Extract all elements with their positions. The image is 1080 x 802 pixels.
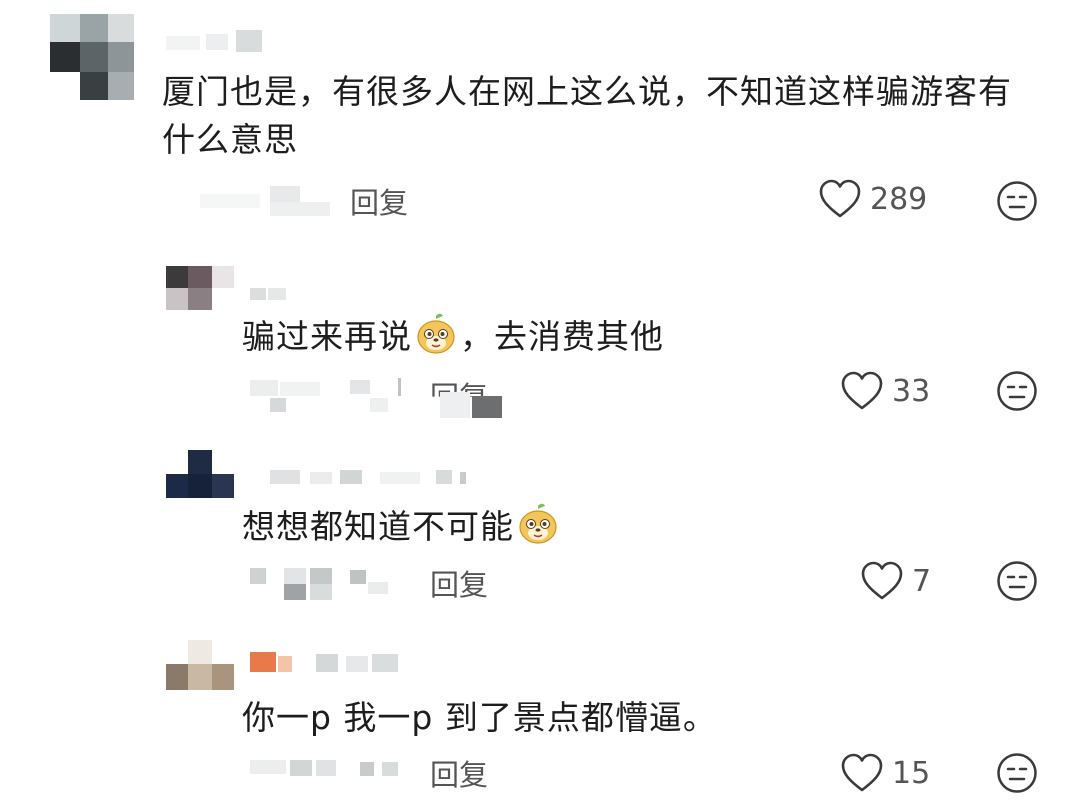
heart-outline-icon — [841, 371, 883, 410]
reply-button[interactable]: 回复 — [430, 752, 488, 794]
reply-item: 你一p 我一p 到了景点都懵逼。 回复 15 — [0, 630, 1080, 802]
username[interactable] — [250, 284, 290, 306]
avatar[interactable] — [166, 266, 234, 310]
comment-text: 你一p 我一p 到了景点都懵逼。 — [242, 698, 717, 737]
reply-button[interactable]: 回复 — [430, 562, 488, 604]
doge-emoji-icon — [417, 313, 455, 354]
like-count: 15 — [892, 755, 931, 791]
avatar[interactable] — [50, 14, 134, 100]
neutral-face-icon[interactable] — [996, 370, 1038, 412]
comment-thread: 厦门也是，有很多人在网上这么说，不知道这样骗游客有 什么意思 回复 289 骗过… — [0, 0, 1080, 802]
comment-text: 骗过来再说 ，去消费其他 — [242, 312, 1042, 361]
doge-emoji-icon — [519, 503, 557, 544]
neutral-face-icon[interactable] — [996, 560, 1038, 602]
heart-outline-icon — [819, 179, 861, 218]
like-count: 289 — [870, 181, 928, 217]
comment-meta — [250, 378, 420, 412]
like-button[interactable]: 289 — [818, 178, 927, 220]
avatar[interactable] — [166, 640, 234, 690]
username[interactable] — [250, 652, 410, 674]
neutral-face-icon[interactable] — [996, 180, 1038, 222]
like-button[interactable]: 7 — [860, 560, 931, 602]
reply-overlay-blur — [440, 392, 504, 422]
username[interactable] — [166, 30, 276, 52]
heart-outline-icon — [841, 753, 883, 792]
comment-meta — [250, 564, 410, 600]
like-button[interactable]: 15 — [840, 752, 930, 794]
neutral-face-icon[interactable] — [996, 752, 1038, 794]
comment-text: 想想都知道不可能 — [242, 502, 1042, 551]
comment-meta — [200, 186, 340, 216]
comment-meta — [250, 758, 410, 788]
comment-item: 厦门也是，有很多人在网上这么说，不知道这样骗游客有 什么意思 回复 289 — [0, 0, 1080, 240]
comment-text: 厦门也是，有很多人在网上这么说，不知道这样骗游客有 什么意思 — [162, 72, 1012, 159]
like-count: 7 — [912, 563, 932, 599]
like-count: 33 — [892, 373, 931, 409]
username[interactable] — [270, 468, 484, 490]
heart-outline-icon — [861, 561, 903, 600]
like-button[interactable]: 33 — [840, 370, 930, 412]
reply-item: 骗过来再说 ，去消费其他 回复 — [0, 250, 1080, 440]
avatar[interactable] — [166, 450, 234, 498]
reply-item: 想想都知道不可能 回复 7 — [0, 440, 1080, 630]
reply-button[interactable]: 回复 — [350, 180, 408, 222]
